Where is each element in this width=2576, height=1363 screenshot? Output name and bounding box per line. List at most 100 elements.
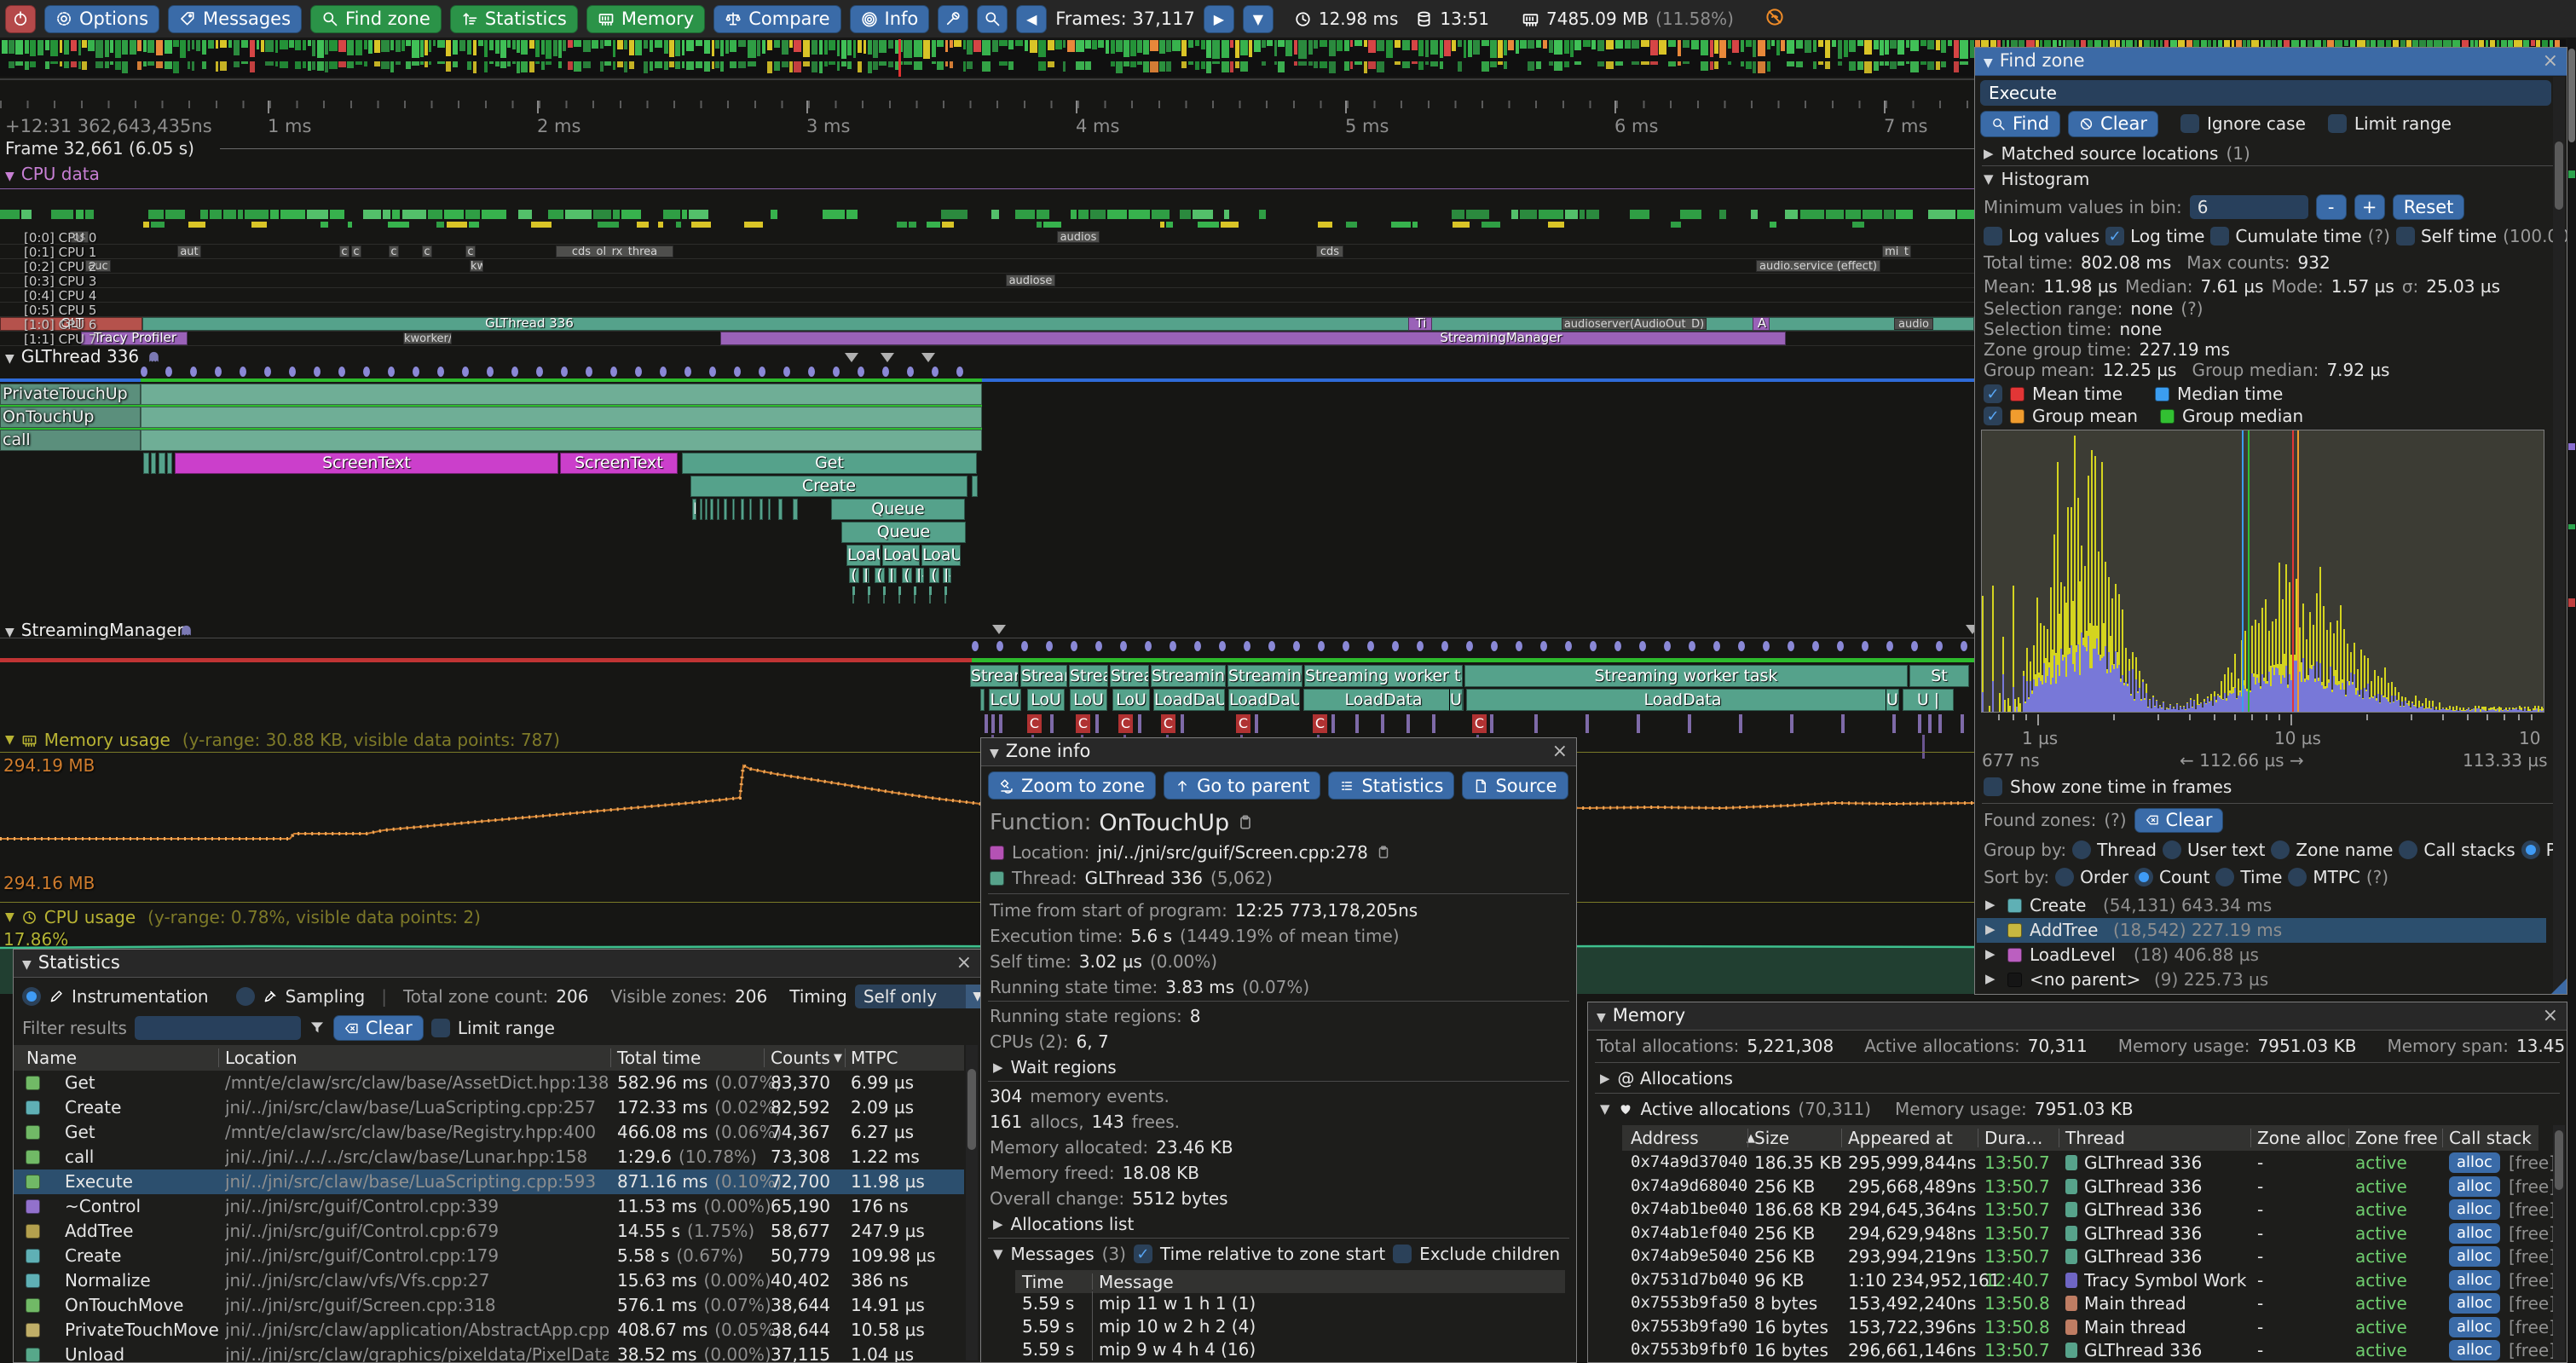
group-mean-checkbox[interactable]: ✓ [1984,407,2002,425]
table-row[interactable]: ~Controljni/../jni/src/guif/Control.cpp:… [14,1194,964,1219]
sample-dot[interactable] [882,367,889,377]
zone-bar[interactable]: LoadData [1303,689,1464,711]
column-header[interactable]: Location [225,1048,297,1068]
zone-bar[interactable]: LoaUp [921,545,961,566]
show-zone-time-checkbox[interactable]: ✓ [1984,777,2002,796]
sample-dot[interactable] [1491,641,1498,651]
zone-bar[interactable]: Queue [841,522,966,543]
bin-plus-button[interactable]: + [2354,194,2385,220]
zone-bar[interactable]: ( [875,568,885,583]
sample-dot[interactable] [1911,641,1918,651]
cpu-thread-box[interactable]: c [389,245,399,257]
alloc-button[interactable]: alloc [2449,1293,2500,1314]
zone-bar[interactable]: Strea [1110,665,1149,687]
message-mark[interactable]: C [1236,714,1250,733]
table-row[interactable]: 0x7553b9fbf016 bytes296,661,146ns13:50.7… [1622,1340,2538,1363]
scrollbar-thumb[interactable] [2555,141,2563,210]
table-row[interactable]: Unloadjni/../jni/src/claw/graphics/pixel… [14,1343,964,1363]
zone-bar[interactable]: ( [929,568,939,583]
sample-dot[interactable] [1071,641,1077,651]
ignore-case-checkbox[interactable]: ✓ [2180,114,2199,133]
sample-dot[interactable] [1293,641,1300,651]
cpu-thread-box[interactable]: aut [177,245,201,257]
table-row[interactable]: 0x7531d7b04096 KB1:10 234,952,16112:40.7… [1622,1270,2538,1293]
zone-bar[interactable] [972,476,978,497]
zone-bar[interactable] [717,499,719,520]
message-row[interactable]: 5.59 smip 9 w 4 h 4 (16) [1015,1339,1565,1362]
sample-dot[interactable] [1343,641,1349,651]
sort-by-count[interactable] [2134,868,2153,887]
zone-bar[interactable]: ScreenText [175,453,558,474]
sample-dot[interactable] [932,367,939,377]
limit-range-checkbox[interactable]: ✓ [431,1019,450,1037]
zone-bar[interactable]: Streaming worker task [1464,665,1908,687]
cpu-thread-bar[interactable]: Tracy Profiler [81,332,188,345]
cumulate-time-checkbox[interactable]: ✓ [2210,227,2229,245]
zone-bar[interactable]: LoU [1112,689,1150,711]
column-header[interactable]: Zone alloc [2257,1128,2346,1148]
prev-frame-button[interactable]: ◀ [1016,5,1047,33]
sample-dot[interactable] [363,367,370,377]
find-button[interactable]: Find [1980,111,2060,137]
zone-bar-lane[interactable] [141,384,982,405]
frame-set-dropdown-button[interactable]: ▼ [1243,5,1274,33]
zone-bar[interactable]: E [692,499,696,520]
mean-time-checkbox[interactable]: ✓ [1984,384,2002,403]
sample-dot[interactable] [561,367,568,377]
found-zone-row[interactable]: ▶<no parent>(9) 225.73 µs [1977,967,2546,992]
cpu-thread-box[interactable]: audio [1894,318,1933,330]
column-header[interactable]: Total time [617,1048,701,1068]
sample-dot[interactable] [586,367,592,377]
group-by-call-stacks[interactable] [2399,840,2417,859]
min-bin-input[interactable]: 6 [2190,195,2308,219]
active-allocations-row[interactable]: ▼Active allocations(70,311)Memory usage:… [1600,1098,2134,1120]
sample-dot[interactable] [783,367,790,377]
sample-dot[interactable] [462,367,469,377]
sample-dot[interactable] [610,367,617,377]
alloc-button[interactable]: alloc [2449,1176,2500,1197]
column-header[interactable]: Appeared at [1848,1128,1953,1148]
sample-dot[interactable] [1936,641,1943,651]
table-row[interactable]: calljni/../jni/../../../src/claw/base/Lu… [14,1145,964,1170]
sort-by-mtpc[interactable] [2288,868,2307,887]
sort-by-time[interactable] [2215,868,2234,887]
frame-marker-icon[interactable] [921,353,935,362]
zone-bar[interactable] [159,453,165,474]
group-by-parent[interactable] [2521,840,2540,859]
sample-dot[interactable] [1639,641,1646,651]
zone-bar[interactable]: Queue [831,499,965,520]
clear-filter-button[interactable]: Clear [333,1015,424,1041]
sample-dot[interactable] [388,367,395,377]
sample-dot[interactable] [536,367,543,377]
sample-dot[interactable] [956,367,963,377]
sample-dot[interactable] [1540,641,1547,651]
zone-bar[interactable] [151,453,156,474]
close-icon[interactable]: × [2543,48,2558,74]
column-header[interactable]: Call stack [2449,1128,2532,1148]
zone-bar[interactable] [143,453,149,474]
sample-dot[interactable] [511,367,518,377]
message-mark[interactable]: C [1118,714,1133,733]
table-row[interactable]: 0x74ab9e5040256 KB293,994,219ns13:50.7GL… [1622,1246,2538,1269]
table-row[interactable]: Get/mnt/e/claw/src/claw/base/AssetDict.h… [14,1071,964,1095]
sample-dot[interactable] [1590,641,1597,651]
zone-bar[interactable]: U [1449,689,1463,711]
memory-button[interactable]: Memory [586,5,705,33]
sample-dot[interactable] [215,367,222,377]
zone-bar[interactable]: LoadData [1466,689,1899,711]
found-zone-row[interactable]: ▶LoadLevel(18) 406.88 µs [1977,943,2546,967]
clear-found-button[interactable]: Clear [2134,808,2224,833]
frame-marker-icon[interactable] [881,353,894,362]
zone-bar[interactable]: LoadDaU [1228,689,1300,711]
zone-bar[interactable]: Create [690,476,967,497]
find-zone-titlebar[interactable]: ▼Find zone× [1975,48,2567,76]
cpu-thread-box[interactable]: c [422,245,432,257]
sample-dot[interactable] [759,367,765,377]
cpu-thread-box[interactable]: audioserver(AudioOut_D) [1562,318,1707,330]
zone-bar[interactable]: LoU [1070,689,1107,711]
alloc-button[interactable]: alloc [2449,1152,2500,1173]
sample-dot[interactable] [413,367,419,377]
sampling-radio[interactable] [236,987,255,1006]
alloc-button[interactable]: alloc [2449,1199,2500,1220]
zone-bar-lane[interactable] [141,430,982,451]
